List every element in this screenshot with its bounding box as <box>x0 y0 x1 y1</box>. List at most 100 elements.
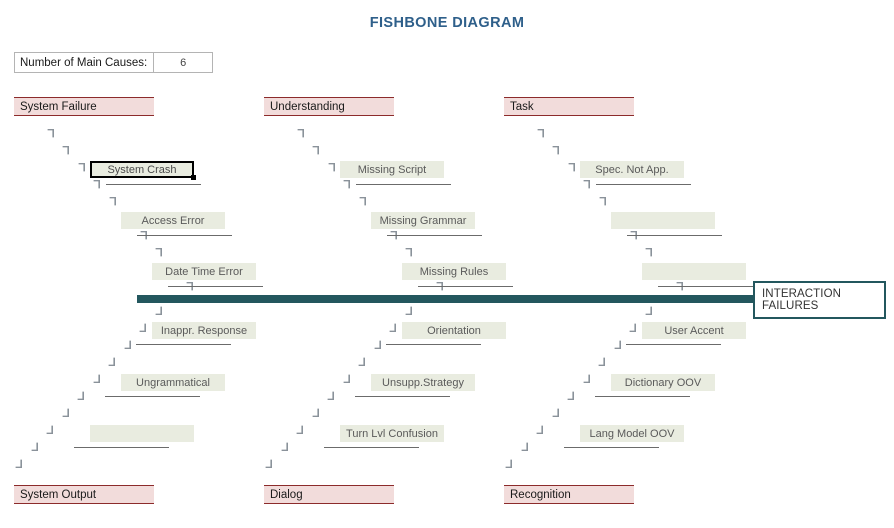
branch-tick-icon <box>359 197 366 206</box>
branch-tick-icon <box>155 306 162 315</box>
sub-cause-empty-2-t2[interactable] <box>642 263 746 280</box>
sub-cause-missing-rules[interactable]: Missing Rules <box>402 263 506 280</box>
branch-tick-icon <box>296 425 303 434</box>
branch-tick-icon <box>405 306 412 315</box>
sub-cause-label: Access Error <box>141 214 205 227</box>
branch-tick-icon <box>343 374 350 383</box>
sub-cause-bone-line <box>106 184 201 185</box>
category-header-label: Task <box>510 100 534 113</box>
sub-cause-orientation[interactable]: Orientation <box>402 322 506 339</box>
sub-cause-bone-line <box>168 286 263 287</box>
category-header-recognition[interactable]: Recognition <box>504 485 634 504</box>
category-header-label: Recognition <box>510 488 571 501</box>
branch-tick-icon <box>108 357 115 366</box>
branch-tick-icon <box>614 340 621 349</box>
sub-cause-missing-grammar[interactable]: Missing Grammar <box>371 212 475 229</box>
sub-cause-bone-line <box>564 447 659 448</box>
sub-cause-missing-script[interactable]: Missing Script <box>340 161 444 178</box>
branch-tick-icon <box>645 306 652 315</box>
sub-cause-label: Turn Lvl Confusion <box>346 427 438 440</box>
branch-tick-icon <box>583 180 590 189</box>
category-header-label: Understanding <box>270 100 345 113</box>
branch-tick-icon <box>505 459 512 468</box>
sub-cause-bone-line <box>627 235 722 236</box>
sub-cause-label: Spec. Not App. <box>595 163 669 176</box>
sub-cause-label: Date Time Error <box>165 265 243 278</box>
sub-cause-turn-lvl-confusion[interactable]: Turn Lvl Confusion <box>340 425 444 442</box>
sub-cause-bone-line <box>626 344 721 345</box>
branch-tick-icon <box>629 323 636 332</box>
branch-tick-icon <box>47 129 54 138</box>
sub-cause-bone-line <box>355 396 450 397</box>
sub-cause-inappr-response[interactable]: Inappr. Response <box>152 322 256 339</box>
sub-cause-label: Unsupp.Strategy <box>382 376 464 389</box>
category-header-label: Dialog <box>270 488 303 501</box>
branch-tick-icon <box>62 408 69 417</box>
main-causes-input[interactable]: 6 <box>153 53 213 72</box>
sub-cause-label: Lang Model OOV <box>589 427 675 440</box>
sub-cause-dictionary-oov[interactable]: Dictionary OOV <box>611 374 715 391</box>
sub-cause-label: Dictionary OOV <box>624 376 702 389</box>
sub-cause-bone-line <box>595 396 690 397</box>
branch-tick-icon <box>599 197 606 206</box>
branch-tick-icon <box>343 180 350 189</box>
branch-tick-icon <box>155 248 162 257</box>
branch-tick-icon <box>109 197 116 206</box>
sub-cause-bone-line <box>74 447 169 448</box>
sub-cause-unsupp-strategy[interactable]: Unsupp.Strategy <box>371 374 475 391</box>
branch-tick-icon <box>568 163 575 172</box>
sub-cause-bone-line <box>596 184 691 185</box>
sub-cause-label: Missing Script <box>357 163 427 176</box>
branch-tick-icon <box>598 357 605 366</box>
branch-tick-icon <box>297 129 304 138</box>
sub-cause-label: Ungrammatical <box>136 376 210 389</box>
sub-cause-empty-0-b2[interactable] <box>90 425 194 442</box>
sub-cause-access-error[interactable]: Access Error <box>121 212 225 229</box>
page-title: FISHBONE DIAGRAM <box>369 15 525 31</box>
branch-tick-icon <box>567 391 574 400</box>
sub-cause-spec-not-app[interactable]: Spec. Not App. <box>580 161 684 178</box>
sub-cause-label: Missing Grammar <box>379 214 467 227</box>
sub-cause-empty-2-t1[interactable] <box>611 212 715 229</box>
main-causes-control[interactable]: Number of Main Causes: 6 <box>14 52 214 73</box>
selection-handle[interactable] <box>191 175 196 180</box>
sub-cause-user-accent[interactable]: User Accent <box>642 322 746 339</box>
branch-tick-icon <box>312 146 319 155</box>
branch-tick-icon <box>93 180 100 189</box>
branch-tick-icon <box>583 374 590 383</box>
category-header-dialog[interactable]: Dialog <box>264 485 394 504</box>
sub-cause-bone-line <box>136 344 231 345</box>
branch-tick-icon <box>552 408 559 417</box>
branch-tick-icon <box>312 408 319 417</box>
category-header-understanding[interactable]: Understanding <box>264 97 394 116</box>
branch-tick-icon <box>15 459 22 468</box>
sub-cause-label: System Crash <box>107 163 177 176</box>
sub-cause-system-crash[interactable]: System Crash <box>90 161 196 180</box>
fishbone-spine <box>137 295 754 303</box>
branch-tick-icon <box>552 146 559 155</box>
branch-tick-icon <box>327 391 334 400</box>
branch-tick-icon <box>124 340 131 349</box>
branch-tick-icon <box>46 425 53 434</box>
branch-tick-icon <box>93 374 100 383</box>
sub-cause-lang-model-oov[interactable]: Lang Model OOV <box>580 425 684 442</box>
category-header-label: System Output <box>20 488 97 501</box>
sub-cause-bone-line <box>658 286 753 287</box>
category-header-system-failure[interactable]: System Failure <box>14 97 154 116</box>
branch-tick-icon <box>31 442 38 451</box>
branch-tick-icon <box>374 340 381 349</box>
category-header-system-output[interactable]: System Output <box>14 485 154 504</box>
branch-tick-icon <box>521 442 528 451</box>
sub-cause-bone-line <box>105 396 200 397</box>
category-header-task[interactable]: Task <box>504 97 634 116</box>
sub-cause-bone-line <box>356 184 451 185</box>
sub-cause-label: Inappr. Response <box>160 324 248 337</box>
sub-cause-bone-line <box>418 286 513 287</box>
effect-head-box[interactable]: INTERACTION FAILURES <box>753 281 886 319</box>
sub-cause-ungrammatical[interactable]: Ungrammatical <box>121 374 225 391</box>
effect-head-label: INTERACTION FAILURES <box>762 288 842 312</box>
category-header-label: System Failure <box>20 100 97 113</box>
branch-tick-icon <box>537 129 544 138</box>
sub-cause-date-time-error[interactable]: Date Time Error <box>152 263 256 280</box>
sub-cause-label: User Accent <box>664 324 724 337</box>
